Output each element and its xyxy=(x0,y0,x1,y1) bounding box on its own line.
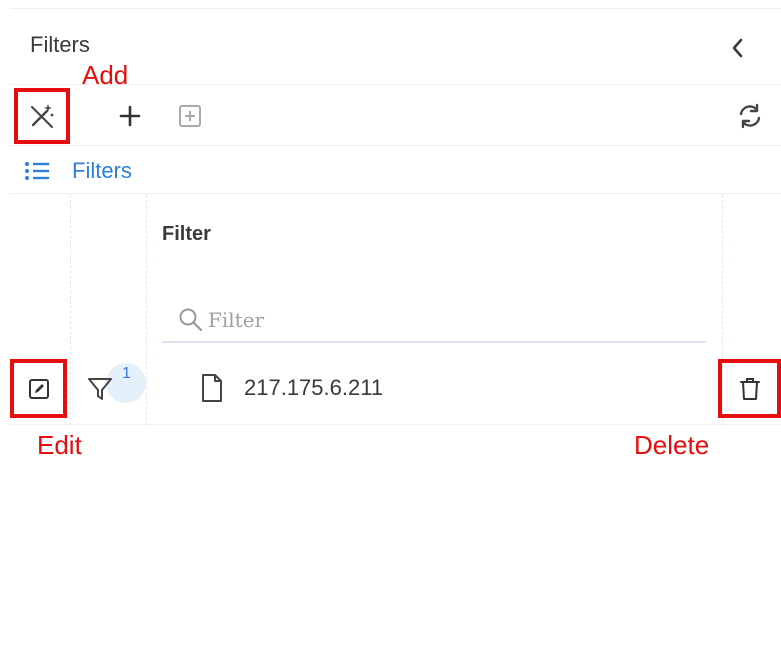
panel-title: Filters xyxy=(30,32,90,57)
plus-square-icon xyxy=(179,105,201,127)
filter-value: 217.175.6.211 xyxy=(244,375,384,400)
delete-button[interactable] xyxy=(718,359,781,418)
refresh-button[interactable] xyxy=(726,91,774,141)
filters-tab-label: Filters xyxy=(72,157,132,183)
refresh-icon xyxy=(739,103,761,129)
annotation-add: Add xyxy=(82,60,129,90)
plus-icon xyxy=(119,105,141,127)
list-icon xyxy=(24,160,50,182)
top-divider xyxy=(10,8,781,9)
filter-column-header: Filter xyxy=(162,223,211,245)
funnel-icon xyxy=(88,378,112,400)
filters-list-tab[interactable]: Filters xyxy=(10,148,781,194)
collapse-button[interactable] xyxy=(718,28,758,68)
annotation-edit: Edit xyxy=(37,430,82,460)
chevron-left-icon xyxy=(732,38,743,58)
filter-search-input[interactable] xyxy=(208,308,668,332)
file-icon xyxy=(202,374,222,402)
table-row: 1 217.175.6.211 xyxy=(10,359,781,419)
add-button[interactable] xyxy=(106,91,154,141)
filter-count-indicator: 1 xyxy=(84,363,146,409)
magic-wand-button[interactable] xyxy=(14,88,70,144)
magic-wand-icon xyxy=(31,104,54,128)
edit-icon xyxy=(28,378,49,399)
toolbar xyxy=(10,84,781,146)
trash-icon xyxy=(739,377,760,400)
add-group-button[interactable] xyxy=(166,91,214,141)
annotation-delete: Delete xyxy=(634,430,710,460)
count-number: 1 xyxy=(122,365,131,382)
filter-search xyxy=(162,299,706,343)
edit-button[interactable] xyxy=(10,359,67,418)
search-icon xyxy=(178,306,206,334)
filters-table: Filter 1 xyxy=(10,195,781,425)
